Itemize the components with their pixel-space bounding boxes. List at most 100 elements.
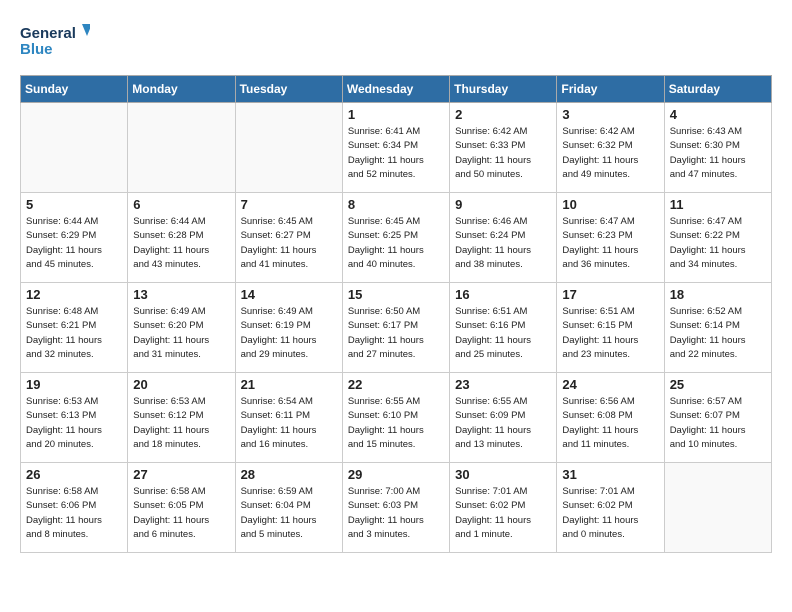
calendar-cell: 9 Sunrise: 6:46 AM Sunset: 6:24 PM Daylig… xyxy=(450,193,557,283)
day-number: 1 xyxy=(348,107,444,122)
day-info: Sunrise: 6:45 AM Sunset: 6:25 PM Dayligh… xyxy=(348,215,444,272)
day-info: Sunrise: 6:55 AM Sunset: 6:10 PM Dayligh… xyxy=(348,395,444,452)
day-number: 6 xyxy=(133,197,229,212)
day-number: 27 xyxy=(133,467,229,482)
weekday-header-cell: Saturday xyxy=(664,76,771,103)
weekday-header-cell: Tuesday xyxy=(235,76,342,103)
calendar-body: 1 Sunrise: 6:41 AM Sunset: 6:34 PM Daylig… xyxy=(21,103,772,553)
calendar-cell: 4Sunrise: 6:43 AM Sunset: 6:30 PM Daylig… xyxy=(664,103,771,193)
day-info: Sunrise: 6:45 AM Sunset: 6:27 PM Dayligh… xyxy=(241,215,337,272)
calendar-cell xyxy=(235,103,342,193)
calendar-cell: 22 Sunrise: 6:55 AM Sunset: 6:10 PM Dayli… xyxy=(342,373,449,463)
calendar-cell: 5Sunrise: 6:44 AM Sunset: 6:29 PM Daylig… xyxy=(21,193,128,283)
day-number: 17 xyxy=(562,287,658,302)
day-info: Sunrise: 6:57 AM Sunset: 6:07 PM Dayligh… xyxy=(670,395,766,452)
day-number: 9 xyxy=(455,197,551,212)
day-info: Sunrise: 7:01 AM Sunset: 6:02 PM Dayligh… xyxy=(562,485,658,542)
calendar-cell: 31 Sunrise: 7:01 AM Sunset: 6:02 PM Dayli… xyxy=(557,463,664,553)
day-number: 19 xyxy=(26,377,122,392)
day-number: 26 xyxy=(26,467,122,482)
day-info: Sunrise: 6:53 AM Sunset: 6:12 PM Dayligh… xyxy=(133,395,229,452)
calendar-week-row: 12 Sunrise: 6:48 AM Sunset: 6:21 PM Dayli… xyxy=(21,283,772,373)
calendar-cell: 1 Sunrise: 6:41 AM Sunset: 6:34 PM Daylig… xyxy=(342,103,449,193)
day-number: 16 xyxy=(455,287,551,302)
day-number: 2 xyxy=(455,107,551,122)
calendar-week-row: 5Sunrise: 6:44 AM Sunset: 6:29 PM Daylig… xyxy=(21,193,772,283)
day-info: Sunrise: 6:44 AM Sunset: 6:28 PM Dayligh… xyxy=(133,215,229,272)
day-info: Sunrise: 6:56 AM Sunset: 6:08 PM Dayligh… xyxy=(562,395,658,452)
day-info: Sunrise: 6:47 AM Sunset: 6:23 PM Dayligh… xyxy=(562,215,658,272)
day-info: Sunrise: 6:49 AM Sunset: 6:20 PM Dayligh… xyxy=(133,305,229,362)
page-header: General Blue xyxy=(20,20,772,65)
day-number: 12 xyxy=(26,287,122,302)
calendar-cell: 24 Sunrise: 6:56 AM Sunset: 6:08 PM Dayli… xyxy=(557,373,664,463)
weekday-header-cell: Monday xyxy=(128,76,235,103)
svg-text:Blue: Blue xyxy=(20,41,53,58)
calendar-cell: 20 Sunrise: 6:53 AM Sunset: 6:12 PM Dayli… xyxy=(128,373,235,463)
calendar-cell: 12 Sunrise: 6:48 AM Sunset: 6:21 PM Dayli… xyxy=(21,283,128,373)
weekday-header-cell: Sunday xyxy=(21,76,128,103)
day-info: Sunrise: 6:42 AM Sunset: 6:33 PM Dayligh… xyxy=(455,125,551,182)
calendar-week-row: 1 Sunrise: 6:41 AM Sunset: 6:34 PM Daylig… xyxy=(21,103,772,193)
weekday-header-cell: Thursday xyxy=(450,76,557,103)
calendar-cell: 17 Sunrise: 6:51 AM Sunset: 6:15 PM Dayli… xyxy=(557,283,664,373)
calendar-cell: 3 Sunrise: 6:42 AM Sunset: 6:32 PM Daylig… xyxy=(557,103,664,193)
calendar-cell: 25Sunrise: 6:57 AM Sunset: 6:07 PM Dayli… xyxy=(664,373,771,463)
day-number: 8 xyxy=(348,197,444,212)
weekday-header-cell: Wednesday xyxy=(342,76,449,103)
calendar-cell: 10 Sunrise: 6:47 AM Sunset: 6:23 PM Dayli… xyxy=(557,193,664,283)
logo: General Blue xyxy=(20,20,90,65)
day-info: Sunrise: 6:51 AM Sunset: 6:16 PM Dayligh… xyxy=(455,305,551,362)
day-info: Sunrise: 6:47 AM Sunset: 6:22 PM Dayligh… xyxy=(670,215,766,272)
day-info: Sunrise: 6:48 AM Sunset: 6:21 PM Dayligh… xyxy=(26,305,122,362)
day-info: Sunrise: 6:58 AM Sunset: 6:06 PM Dayligh… xyxy=(26,485,122,542)
calendar-cell xyxy=(128,103,235,193)
calendar-week-row: 26 Sunrise: 6:58 AM Sunset: 6:06 PM Dayli… xyxy=(21,463,772,553)
calendar-cell: 11Sunrise: 6:47 AM Sunset: 6:22 PM Dayli… xyxy=(664,193,771,283)
day-info: Sunrise: 6:49 AM Sunset: 6:19 PM Dayligh… xyxy=(241,305,337,362)
day-info: Sunrise: 6:55 AM Sunset: 6:09 PM Dayligh… xyxy=(455,395,551,452)
day-info: Sunrise: 6:46 AM Sunset: 6:24 PM Dayligh… xyxy=(455,215,551,272)
calendar-cell: 27 Sunrise: 6:58 AM Sunset: 6:05 PM Dayli… xyxy=(128,463,235,553)
calendar-cell: 18 Sunrise: 6:52 AM Sunset: 6:14 PM Dayli… xyxy=(664,283,771,373)
day-number: 14 xyxy=(241,287,337,302)
weekday-header-cell: Friday xyxy=(557,76,664,103)
day-number: 20 xyxy=(133,377,229,392)
logo-svg: General Blue xyxy=(20,20,90,65)
day-info: Sunrise: 7:00 AM Sunset: 6:03 PM Dayligh… xyxy=(348,485,444,542)
calendar-cell: 21Sunrise: 6:54 AM Sunset: 6:11 PM Dayli… xyxy=(235,373,342,463)
calendar-cell: 16 Sunrise: 6:51 AM Sunset: 6:16 PM Dayli… xyxy=(450,283,557,373)
day-number: 22 xyxy=(348,377,444,392)
calendar-cell: 15 Sunrise: 6:50 AM Sunset: 6:17 PM Dayli… xyxy=(342,283,449,373)
calendar-cell: 28 Sunrise: 6:59 AM Sunset: 6:04 PM Dayli… xyxy=(235,463,342,553)
day-number: 23 xyxy=(455,377,551,392)
day-info: Sunrise: 7:01 AM Sunset: 6:02 PM Dayligh… xyxy=(455,485,551,542)
calendar-cell xyxy=(664,463,771,553)
calendar-cell: 7Sunrise: 6:45 AM Sunset: 6:27 PM Daylig… xyxy=(235,193,342,283)
day-number: 3 xyxy=(562,107,658,122)
day-info: Sunrise: 6:59 AM Sunset: 6:04 PM Dayligh… xyxy=(241,485,337,542)
day-number: 4 xyxy=(670,107,766,122)
day-number: 13 xyxy=(133,287,229,302)
day-info: Sunrise: 6:50 AM Sunset: 6:17 PM Dayligh… xyxy=(348,305,444,362)
calendar-cell: 8 Sunrise: 6:45 AM Sunset: 6:25 PM Daylig… xyxy=(342,193,449,283)
day-info: Sunrise: 6:42 AM Sunset: 6:32 PM Dayligh… xyxy=(562,125,658,182)
day-number: 10 xyxy=(562,197,658,212)
day-number: 28 xyxy=(241,467,337,482)
calendar-cell: 14 Sunrise: 6:49 AM Sunset: 6:19 PM Dayli… xyxy=(235,283,342,373)
day-info: Sunrise: 6:41 AM Sunset: 6:34 PM Dayligh… xyxy=(348,125,444,182)
day-number: 18 xyxy=(670,287,766,302)
day-info: Sunrise: 6:58 AM Sunset: 6:05 PM Dayligh… xyxy=(133,485,229,542)
day-number: 5 xyxy=(26,197,122,212)
calendar-cell: 13 Sunrise: 6:49 AM Sunset: 6:20 PM Dayli… xyxy=(128,283,235,373)
svg-text:General: General xyxy=(20,25,76,42)
day-info: Sunrise: 6:51 AM Sunset: 6:15 PM Dayligh… xyxy=(562,305,658,362)
day-number: 21 xyxy=(241,377,337,392)
calendar-cell: 29Sunrise: 7:00 AM Sunset: 6:03 PM Dayli… xyxy=(342,463,449,553)
day-number: 24 xyxy=(562,377,658,392)
day-number: 15 xyxy=(348,287,444,302)
day-info: Sunrise: 6:53 AM Sunset: 6:13 PM Dayligh… xyxy=(26,395,122,452)
day-number: 31 xyxy=(562,467,658,482)
day-number: 30 xyxy=(455,467,551,482)
day-info: Sunrise: 6:52 AM Sunset: 6:14 PM Dayligh… xyxy=(670,305,766,362)
